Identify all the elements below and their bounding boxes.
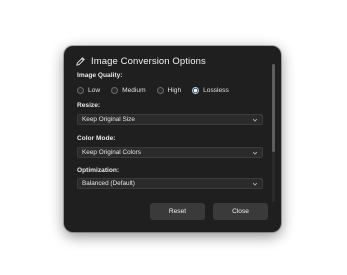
scrollbar-thumb[interactable]	[272, 64, 275, 152]
dialog-title: Image Conversion Options	[91, 55, 206, 67]
radio-label: Low	[88, 86, 101, 94]
image-quality-radio-group: Low Medium High Lossless	[77, 84, 240, 96]
radio-circle	[111, 86, 119, 94]
radio-circle	[156, 86, 164, 94]
optimization-select-value: Balanced (Default)	[82, 180, 135, 187]
chevron-down-icon	[252, 181, 258, 187]
quality-radio-high[interactable]: High	[156, 86, 182, 94]
chevron-down-icon	[252, 150, 258, 156]
resize-select[interactable]: Keep Original Size	[77, 114, 263, 125]
quality-radio-low[interactable]: Low	[77, 86, 101, 94]
optimization-label: Optimization:	[77, 167, 120, 174]
pencil-icon	[74, 55, 86, 67]
reset-button[interactable]: Reset	[150, 203, 205, 220]
radio-circle	[77, 86, 84, 94]
optimization-select[interactable]: Balanced (Default)	[77, 178, 263, 189]
image-quality-label: Image Quality:	[77, 72, 123, 79]
close-button[interactable]: Close	[213, 203, 268, 220]
radio-label: Medium	[122, 86, 146, 94]
color-mode-label: Color Mode:	[77, 135, 116, 142]
conversion-options-dialog: Image Conversion Options Image Quality: …	[64, 46, 281, 232]
dialog-title-bar: Image Conversion Options	[74, 53, 206, 69]
quality-radio-lossless[interactable]: Lossless	[192, 86, 229, 94]
radio-circle-selected	[192, 86, 200, 94]
color-mode-select[interactable]: Keep Original Colors	[77, 147, 263, 158]
quality-radio-medium[interactable]: Medium	[111, 86, 146, 94]
chevron-down-icon	[252, 117, 258, 123]
resize-label: Resize:	[77, 102, 101, 109]
scrollbar[interactable]	[272, 64, 275, 202]
color-mode-select-value: Keep Original Colors	[82, 149, 141, 156]
resize-select-value: Keep Original Size	[82, 116, 135, 123]
radio-label: High	[167, 86, 182, 94]
radio-label: Lossless	[203, 86, 229, 94]
